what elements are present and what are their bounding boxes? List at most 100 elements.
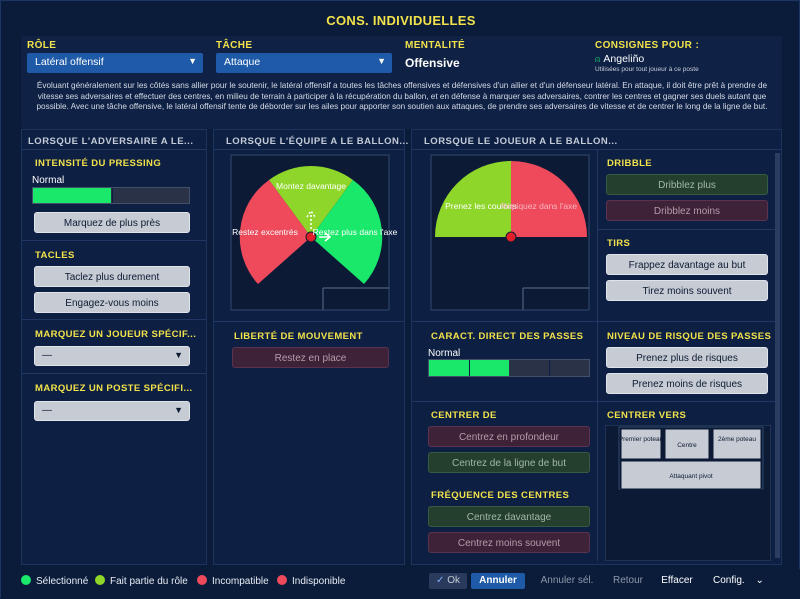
role-value: Latéral offensif xyxy=(35,56,104,68)
divider xyxy=(21,319,207,320)
divider xyxy=(21,240,207,241)
player-position-dot xyxy=(505,231,517,243)
target-man-label: Attaquant pivot xyxy=(669,473,713,480)
mark-player-dropdown[interactable]: — ▼ xyxy=(34,346,190,366)
ok-button[interactable]: ✓ Ok xyxy=(429,573,467,589)
legend-role: Fait partie du rôle xyxy=(95,575,188,587)
zone-forward-label: Montez davantage xyxy=(276,181,346,191)
back-button[interactable]: Retour xyxy=(607,573,649,589)
chevron-down-icon: ▼ xyxy=(174,350,183,360)
divider xyxy=(411,321,775,322)
divider xyxy=(213,321,405,322)
freedom-label: LIBERTÉ DE MOUVEMENT xyxy=(234,331,363,342)
player-name: Angeliño xyxy=(603,53,645,65)
person-icon: ⍝ xyxy=(595,54,601,64)
far-post-zone[interactable] xyxy=(712,428,762,460)
zone-wide-label: Restez excentrés xyxy=(232,227,298,237)
pass-risk-less-button[interactable]: Prenez moins de risques xyxy=(606,373,768,394)
selected-dot-icon xyxy=(21,575,31,585)
mentality-value: Offensive xyxy=(405,56,460,70)
legend-unavailable: Indisponible xyxy=(277,575,345,587)
legend-selected: Sélectionné xyxy=(21,575,88,587)
stay-on-feet-button[interactable]: Engagez-vous moins xyxy=(34,292,190,313)
near-post-zone[interactable] xyxy=(620,428,662,460)
divider xyxy=(213,149,405,150)
role-dot-icon xyxy=(95,575,105,585)
cross-byline-button[interactable]: Centrez de la ligne de but xyxy=(428,452,590,473)
unavailable-dot-icon xyxy=(277,575,287,585)
zone-inside-label: Restez plus dans l'axe xyxy=(313,227,397,237)
check-icon: ✓ xyxy=(436,575,445,586)
mark-position-value: — xyxy=(42,405,52,416)
mentality-label: MENTALITÉ xyxy=(405,40,466,51)
shots-label: TIRS xyxy=(607,238,631,249)
task-label: TÂCHE xyxy=(216,40,253,51)
legend-label: Indisponible xyxy=(292,576,346,587)
task-value: Attaque xyxy=(224,56,261,68)
cross-deep-button[interactable]: Centrez en profondeur xyxy=(428,426,590,447)
slider-notch xyxy=(469,360,470,376)
divider xyxy=(21,373,207,374)
cancel-button[interactable]: Annuler xyxy=(471,573,525,589)
role-label: RÔLE xyxy=(27,40,57,51)
pressing-value: Normal xyxy=(32,175,65,186)
mark-position-dropdown[interactable]: — ▼ xyxy=(34,401,190,421)
cross-more-button[interactable]: Centrez davantage xyxy=(428,506,590,527)
slider-notch xyxy=(112,188,113,203)
pass-directness-label: CARACT. DIRECT DES PASSES xyxy=(431,331,584,342)
ok-label: Ok xyxy=(447,575,460,586)
legend-label: Sélectionné xyxy=(36,576,89,587)
dribble-label: DRIBBLE xyxy=(607,158,653,169)
dribble-less-button[interactable]: Dribblez moins xyxy=(606,200,768,221)
incompatible-dot-icon xyxy=(197,575,207,585)
task-select[interactable]: Attaque ▼ xyxy=(216,53,392,73)
dribble-more-button[interactable]: Dribblez plus xyxy=(606,174,768,195)
divider xyxy=(597,229,775,230)
cross-less-button[interactable]: Centrez moins souvent xyxy=(428,532,590,553)
cross-to-label: CENTRER VERS xyxy=(607,410,687,421)
cross-target-pitch: Premier poteau Centre 2ème poteau Attaqu… xyxy=(605,425,771,561)
window-title: CONS. INDIVIDUELLES xyxy=(326,13,476,28)
pressing-label: INTENSITÉ DU PRESSING xyxy=(35,158,162,169)
config-menu[interactable]: Config. ⌄ xyxy=(713,573,773,589)
player-note: Utilisées pour tout joueur à ce poste xyxy=(595,66,699,73)
mark-closer-button[interactable]: Marquez de plus près xyxy=(34,212,190,233)
pressing-slider[interactable] xyxy=(32,187,190,204)
cross-from-label: CENTRER DE xyxy=(431,410,497,421)
role-select[interactable]: Latéral offensif ▼ xyxy=(27,53,203,73)
pass-risk-label: NIVEAU DE RISQUE DES PASSES xyxy=(607,331,772,342)
undo-selection-button[interactable]: Annuler sél. xyxy=(535,573,599,589)
mark-position-label: MARQUEZ UN POSTE SPÉCIFI... xyxy=(35,383,193,394)
far-post-label: 2ème poteau xyxy=(718,436,756,443)
tackles-label: TACLES xyxy=(35,250,75,261)
mark-player-value: — xyxy=(42,350,52,361)
pressing-slider-fill xyxy=(33,188,111,203)
tackle-harder-button[interactable]: Taclez plus durement xyxy=(34,266,190,287)
team-movement-pitch: Montez davantage Restez excentrés Restez… xyxy=(230,154,397,311)
col2-title: LORSQUE L'ÉQUIPE A LE BALLON... xyxy=(226,136,409,147)
instructions-for-label: CONSIGNES POUR : xyxy=(595,40,700,51)
instructions-window: CONS. INDIVIDUELLES RÔLE Latéral offensi… xyxy=(0,0,800,599)
hold-position-button[interactable]: Restez en place xyxy=(232,347,389,368)
cross-frequency-label: FRÉQUENCE DES CENTRES xyxy=(431,490,570,501)
near-post-label: Premier poteau xyxy=(619,436,664,443)
shoot-more-button[interactable]: Frappez davantage au but xyxy=(606,254,768,275)
vertical-scrollbar[interactable] xyxy=(775,153,780,558)
divider xyxy=(21,149,207,150)
divider xyxy=(411,401,775,402)
mark-player-label: MARQUEZ UN JOUEUR SPÉCIF... xyxy=(35,329,197,340)
chevron-down-icon: ▼ xyxy=(188,56,197,66)
col3-title: LORSQUE LE JOUEUR A LE BALLON... xyxy=(424,136,618,147)
chevron-down-icon: ▼ xyxy=(377,56,386,66)
col1-title: LORSQUE L'ADVERSAIRE A LE... xyxy=(28,136,194,147)
legend-label: Fait partie du rôle xyxy=(110,576,188,587)
divider xyxy=(597,149,598,561)
config-label: Config. xyxy=(713,575,745,586)
pass-directness-slider[interactable] xyxy=(428,359,590,377)
pass-risk-more-button[interactable]: Prenez plus de risques xyxy=(606,347,768,368)
slider-notch xyxy=(549,360,550,376)
clear-button[interactable]: Effacer xyxy=(655,573,699,589)
centre-label: Centre xyxy=(677,442,697,449)
shoot-less-button[interactable]: Tirez moins souvent xyxy=(606,280,768,301)
player-link[interactable]: ⍝ Angeliño xyxy=(595,53,644,65)
